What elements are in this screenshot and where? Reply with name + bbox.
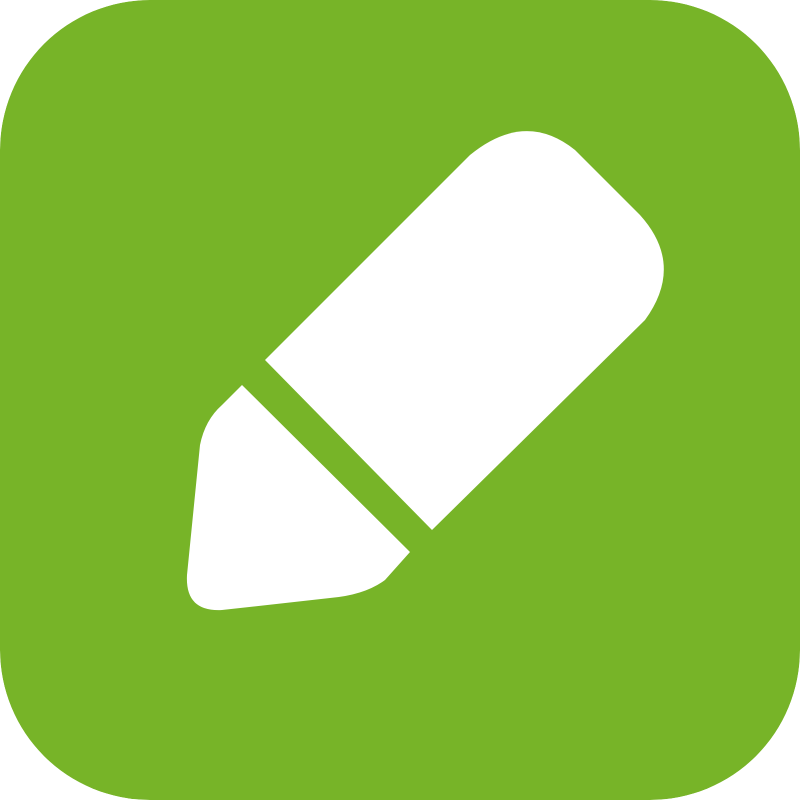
app-icon[interactable] xyxy=(0,0,800,800)
pencil-icon xyxy=(0,0,800,800)
